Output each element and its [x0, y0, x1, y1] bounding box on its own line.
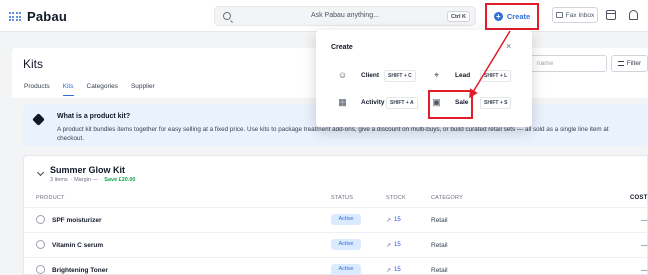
- calendar-icon: ▦: [338, 97, 347, 107]
- create-activity-label: Activity: [361, 99, 385, 106]
- search-shortcut: Ctrl K: [447, 11, 470, 22]
- status-badge: Active: [331, 214, 361, 225]
- brand-name: Pabau: [27, 9, 68, 24]
- kit-margin: · Margin — ·: [70, 177, 102, 183]
- kit-savings: Save £20.00: [104, 177, 136, 183]
- table-row[interactable]: Vitamin C serum Active ↗ 15 Retail —: [24, 232, 648, 257]
- kit-card: Summer Glow Kit 3 items · Margin — · Sav…: [23, 155, 648, 275]
- stock-value: ↗ 15: [386, 267, 401, 274]
- tab-kits[interactable]: Kits: [62, 83, 74, 96]
- search-placeholder: Ask Pabau anything...: [310, 12, 380, 19]
- cost-value: —: [641, 217, 648, 224]
- sale-highlight-box: [428, 90, 473, 119]
- create-lead-label: Lead: [455, 72, 471, 79]
- user-icon: ☺: [337, 70, 348, 80]
- product-name: SPF moisturizer: [52, 217, 102, 224]
- create-lead-shortcut: SHIFT + L: [480, 70, 512, 82]
- bell-icon[interactable]: [629, 10, 638, 20]
- status-badge: Active: [331, 264, 361, 275]
- info-title: What is a product kit?: [57, 113, 131, 120]
- top-bar: Pabau Ask Pabau anything... Ctrl K + Cre…: [0, 0, 648, 32]
- table-row[interactable]: Brightening Toner Active ↗ 15 Retail —: [24, 257, 648, 275]
- tab-categories[interactable]: Categories: [87, 83, 118, 96]
- tab-products[interactable]: Products: [24, 83, 50, 96]
- tab-bar: Products Kits Categories Supplier: [24, 83, 155, 96]
- search-bar[interactable]: Ask Pabau anything... Ctrl K: [214, 6, 476, 26]
- plus-icon: +: [493, 12, 503, 21]
- logo-icon: [8, 10, 22, 24]
- create-lead-item[interactable]: ⌖ Lead SHIFT + L: [430, 65, 520, 87]
- create-activity-item[interactable]: ▦ Activity SHIFT + A: [336, 92, 421, 114]
- tab-supplier[interactable]: Supplier: [131, 83, 155, 96]
- close-icon[interactable]: ×: [506, 42, 511, 51]
- table-row[interactable]: SPF moisturizer Active ↗ 15 Retail —: [24, 207, 648, 232]
- product-name: Brightening Toner: [52, 267, 108, 274]
- create-menu: Create × ☺ Client SHIFT + C ⌖ Lead SHIFT…: [316, 30, 532, 127]
- diamond-icon: [32, 113, 45, 126]
- trend-icon: ↗: [386, 268, 392, 274]
- trend-icon: ↗: [386, 243, 392, 249]
- logo[interactable]: Pabau: [8, 9, 67, 24]
- category-value: Retail: [431, 217, 448, 224]
- create-client-item[interactable]: ☺ Client SHIFT + C: [336, 65, 421, 87]
- kit-item-count: 3 items: [50, 177, 68, 183]
- fax-inbox-label: Fax Inbox: [565, 11, 595, 19]
- product-icon: [36, 215, 45, 224]
- fax-inbox-button[interactable]: Fax Inbox: [552, 7, 598, 23]
- calendar-icon[interactable]: [606, 10, 616, 20]
- status-badge: Active: [331, 239, 361, 250]
- column-cost: COST: [630, 195, 648, 201]
- product-name: Vitamin C serum: [52, 242, 104, 249]
- stock-count: 15: [394, 242, 401, 248]
- create-sale-shortcut: SHIFT + S: [480, 97, 512, 109]
- product-icon: [36, 265, 45, 274]
- stock-value: ↗ 15: [386, 217, 401, 224]
- table-header: PRODUCT STATUS STOCK CATEGORY COST: [24, 195, 648, 205]
- kit-title[interactable]: Summer Glow Kit: [50, 165, 125, 175]
- filter-icon: [617, 61, 624, 66]
- filter-button[interactable]: Filter: [611, 55, 648, 72]
- stock-count: 15: [394, 217, 401, 223]
- column-status: STATUS: [331, 195, 354, 201]
- column-product: PRODUCT: [36, 195, 65, 201]
- cost-value: —: [641, 242, 648, 249]
- column-category: CATEGORY: [431, 195, 463, 201]
- create-button[interactable]: + Create: [485, 3, 539, 30]
- stock-value: ↗ 15: [386, 242, 401, 249]
- category-value: Retail: [431, 242, 448, 249]
- category-value: Retail: [431, 267, 448, 274]
- kit-meta: 3 items · Margin — · Save £20.00: [50, 177, 136, 183]
- fax-icon: [555, 12, 563, 18]
- target-icon: ⌖: [433, 70, 440, 80]
- create-activity-shortcut: SHIFT + A: [386, 97, 418, 109]
- stock-count: 15: [394, 267, 401, 273]
- create-client-label: Client: [361, 72, 380, 79]
- info-text: A product kit bundles items together for…: [57, 126, 609, 142]
- column-stock: STOCK: [386, 195, 406, 201]
- create-label: Create: [506, 12, 531, 21]
- product-icon: [36, 240, 45, 249]
- page-title: Kits: [23, 57, 44, 71]
- trend-icon: ↗: [386, 218, 392, 224]
- cost-value: —: [641, 267, 648, 274]
- create-menu-title: Create: [331, 44, 353, 51]
- create-client-shortcut: SHIFT + C: [384, 70, 416, 82]
- chevron-down-icon[interactable]: [36, 168, 45, 177]
- filter-label: Filter: [626, 60, 642, 67]
